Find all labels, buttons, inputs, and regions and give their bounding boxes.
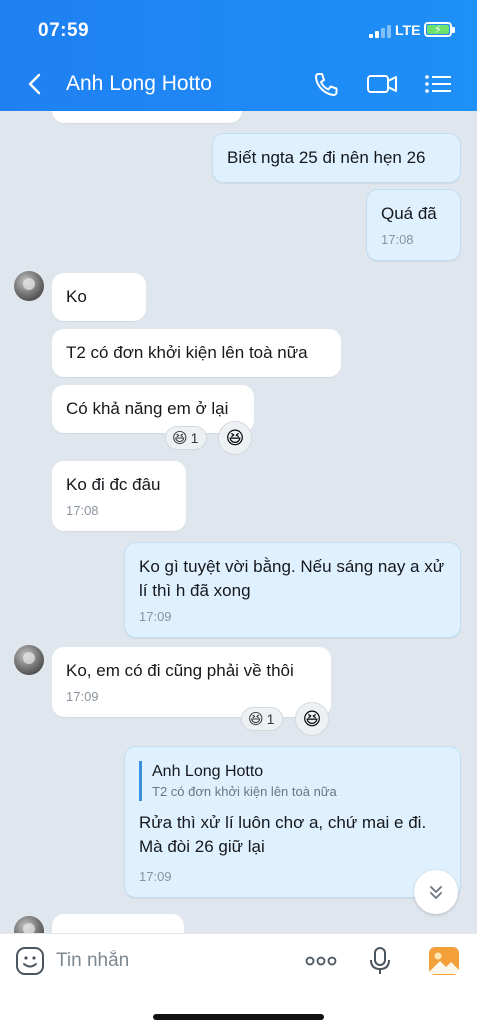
scroll-to-bottom-button[interactable] xyxy=(414,870,458,914)
message-text: Rửa thì xử lí luôn chơ a, chứ mai e đi. … xyxy=(139,813,427,856)
battery-icon: ⚡ xyxy=(424,22,455,37)
chat-area[interactable]: Biết ngta 25 đi nên hẹn 26 Quá đã 17:08 … xyxy=(0,111,477,933)
reaction-count-badge[interactable]: 😆 1 xyxy=(165,426,208,450)
message-bubble-partial[interactable] xyxy=(52,914,184,933)
reaction-count-badge[interactable]: 😆 1 xyxy=(241,707,284,731)
list-menu-icon[interactable] xyxy=(421,69,455,99)
back-arrow-icon[interactable] xyxy=(24,70,50,98)
add-reaction-button[interactable]: 😆 xyxy=(295,702,329,736)
status-bar: 07:59 LTE ⚡ xyxy=(0,18,477,44)
reaction-count: 1 xyxy=(190,430,199,446)
message-time: 17:08 xyxy=(381,232,414,247)
message-bubble-outgoing[interactable]: Ko gì tuyệt vời bằng. Nếu sáng nay a xử … xyxy=(124,542,461,638)
avatar[interactable] xyxy=(14,271,44,301)
message-input[interactable] xyxy=(56,946,286,976)
home-indicator xyxy=(153,1014,324,1020)
phone-icon[interactable] xyxy=(310,69,344,99)
quoted-sender: Anh Long Hotto xyxy=(152,763,264,780)
status-time: 07:59 xyxy=(38,20,90,41)
message-time: 17:08 xyxy=(66,503,99,518)
message-time: 17:09 xyxy=(66,689,99,704)
image-gallery-icon[interactable] xyxy=(426,943,462,979)
message-text: Ko đi đc đâu xyxy=(66,475,161,494)
laughing-face-icon: 😆 xyxy=(172,429,188,447)
signal-icon xyxy=(369,24,391,38)
chat-header: 07:59 LTE ⚡ Anh Long Hotto xyxy=(0,0,477,111)
laughing-face-icon: 😆 xyxy=(248,710,264,728)
laughing-face-icon: 😆 xyxy=(225,428,245,448)
avatar[interactable] xyxy=(14,645,44,675)
message-bubble-incoming[interactable]: Ko xyxy=(52,273,146,321)
reaction-count: 1 xyxy=(266,711,275,727)
message-text: T2 có đơn khởi kiện lên toà nữa xyxy=(66,343,308,362)
message-text: Quá đã xyxy=(381,204,437,223)
nav-bar: Anh Long Hotto xyxy=(0,62,477,106)
message-text: Có khả năng em ở lại xyxy=(66,399,229,418)
message-text: Biết ngta 25 đi nên hẹn 26 xyxy=(227,148,426,167)
message-time: 17:09 xyxy=(139,609,172,624)
add-reaction-button[interactable]: 😆 xyxy=(218,421,252,455)
message-bubble-partial[interactable] xyxy=(52,111,242,123)
message-composer xyxy=(0,933,477,1024)
message-bubble-outgoing[interactable]: Biết ngta 25 đi nên hẹn 26 xyxy=(212,133,461,183)
message-text: Ko gì tuyệt vời bằng. Nếu sáng nay a xử … xyxy=(139,557,445,600)
message-bubble-outgoing[interactable]: Quá đã 17:08 xyxy=(366,189,461,261)
message-text: Ko xyxy=(66,287,87,306)
message-bubble-incoming[interactable]: Ko, em có đi cũng phải về thôi 17:09 xyxy=(52,647,331,717)
avatar[interactable] xyxy=(14,916,44,933)
chat-title: Anh Long Hotto xyxy=(66,72,212,95)
message-bubble-outgoing-reply[interactable]: Anh Long Hotto T2 có đơn khởi kiện lên t… xyxy=(124,746,461,898)
microphone-icon[interactable] xyxy=(362,943,398,979)
message-bubble-incoming[interactable]: Ko đi đc đâu 17:08 xyxy=(52,461,186,531)
quoted-text: T2 có đơn khởi kiện lên toà nữa xyxy=(152,784,337,799)
sticker-icon[interactable] xyxy=(12,943,48,979)
laughing-face-icon: 😆 xyxy=(302,709,322,729)
more-dots-icon[interactable] xyxy=(303,943,339,979)
message-text: Ko, em có đi cũng phải về thôi xyxy=(66,661,294,680)
chevron-double-down-icon xyxy=(430,886,442,899)
message-bubble-incoming[interactable]: T2 có đơn khởi kiện lên toà nữa xyxy=(52,329,341,377)
video-camera-icon[interactable] xyxy=(365,69,399,99)
message-time: 17:09 xyxy=(139,869,172,884)
network-type: LTE xyxy=(395,22,421,38)
quoted-message[interactable]: Anh Long Hotto T2 có đơn khởi kiện lên t… xyxy=(139,761,446,801)
